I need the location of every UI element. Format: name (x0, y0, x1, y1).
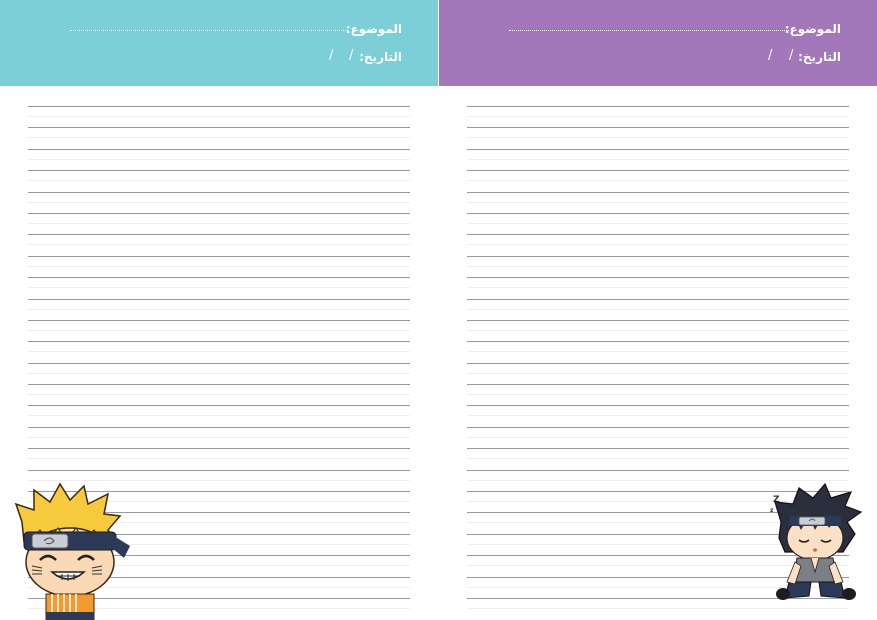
date-label: التاريخ: (359, 50, 402, 64)
ruled-line (467, 170, 849, 182)
ruled-line (28, 319, 410, 331)
subject-field[interactable] (70, 30, 348, 31)
ruled-line (467, 212, 849, 224)
date-slash: / (329, 48, 334, 63)
ruled-line (28, 106, 410, 117)
ruled-line (28, 191, 410, 203)
left-notebook-page: الموضوع: التاريخ: / / (0, 0, 438, 620)
date-slash: / (789, 48, 794, 63)
ruled-line (467, 448, 849, 460)
right-notebook-page: الموضوع: التاريخ: / / Z z (439, 0, 877, 620)
ruled-line (467, 148, 849, 160)
ruled-line (467, 191, 849, 203)
ruled-line (467, 384, 849, 396)
ruled-line (28, 255, 410, 267)
date-slash: / (349, 48, 354, 63)
ruled-line (28, 212, 410, 224)
ruled-line (467, 127, 849, 139)
ruled-line (467, 362, 849, 374)
ruled-line (467, 426, 849, 438)
ruled-line (467, 234, 849, 246)
ruled-line (467, 341, 849, 353)
date-slash: / (768, 48, 773, 63)
ruled-line (28, 448, 410, 460)
ruled-line (467, 277, 849, 289)
date-label: التاريخ: (798, 50, 841, 64)
ruled-line (28, 341, 410, 353)
naruto-character-illustration (14, 482, 130, 620)
ruled-line (28, 405, 410, 417)
ruled-line (28, 234, 410, 246)
ruled-line (28, 426, 410, 438)
left-page-header: الموضوع: التاريخ: / / (0, 0, 438, 86)
ruled-line (28, 127, 410, 139)
ruled-line (467, 106, 849, 117)
sasuke-character-illustration: Z z (770, 482, 863, 600)
ruled-line (28, 170, 410, 182)
ruled-line (28, 362, 410, 374)
right-page-header: الموضوع: التاريخ: / / (439, 0, 877, 86)
ruled-line (467, 469, 849, 481)
ruled-line (467, 298, 849, 310)
ruled-line (28, 469, 410, 481)
ruled-line (28, 384, 410, 396)
ruled-line (28, 148, 410, 160)
ruled-line (467, 255, 849, 267)
ruled-line (467, 405, 849, 417)
sleep-mark: z (770, 507, 774, 514)
subject-label: الموضوع: (345, 22, 402, 36)
ruled-line (28, 277, 410, 289)
subject-field[interactable] (509, 30, 789, 31)
subject-label: الموضوع: (784, 22, 841, 36)
ruled-line (28, 298, 410, 310)
ruled-line (467, 319, 849, 331)
